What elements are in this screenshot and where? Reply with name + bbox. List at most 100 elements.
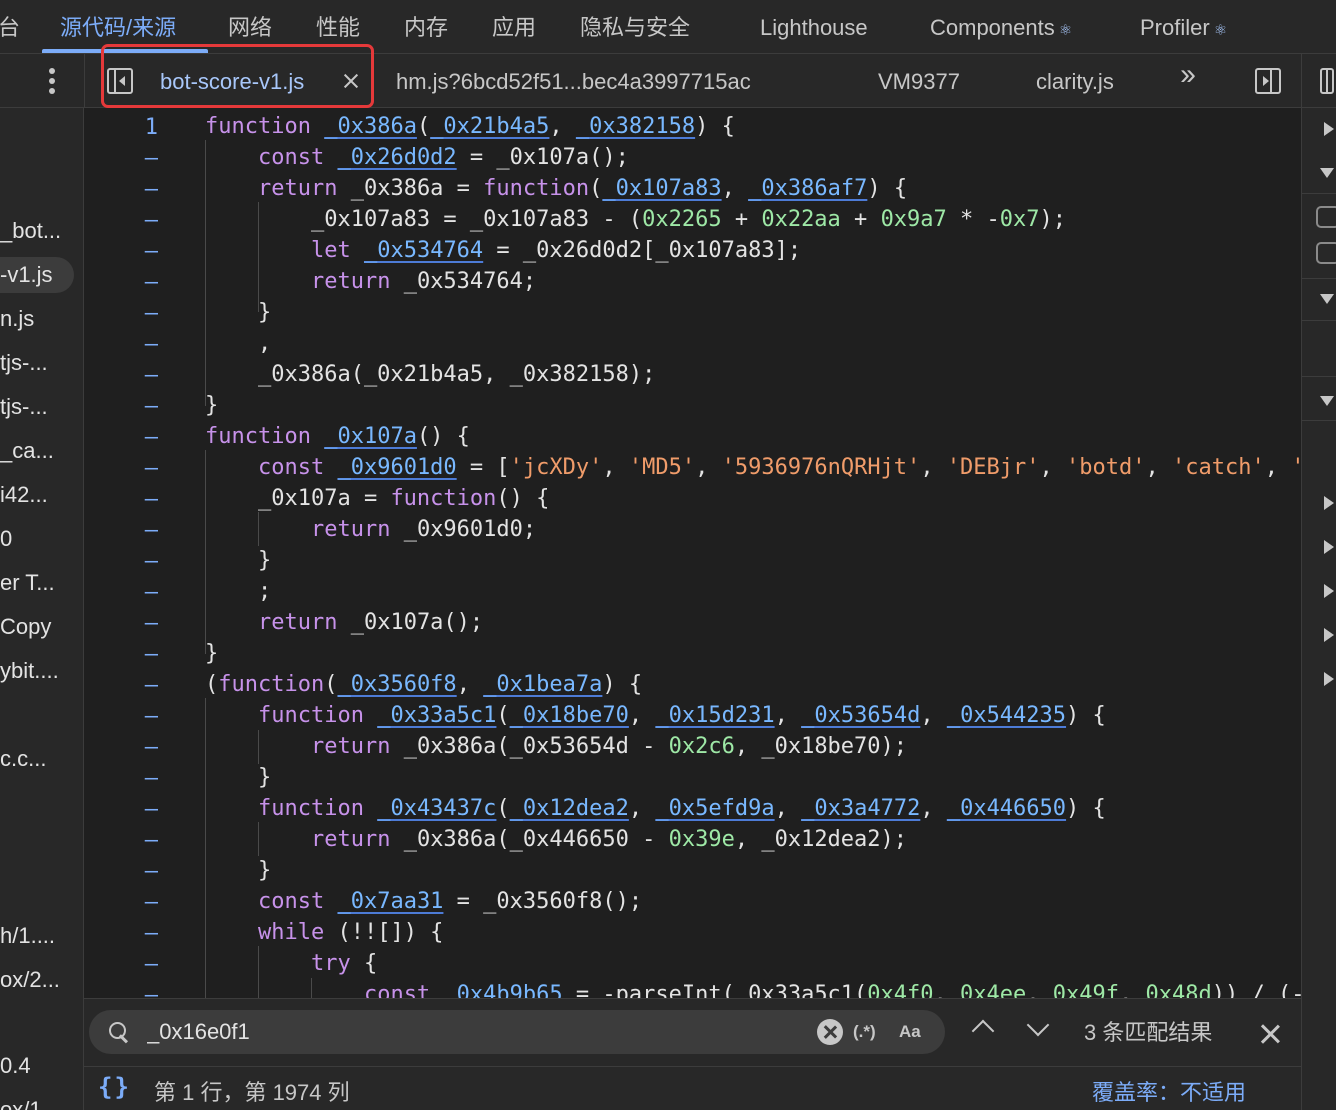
- line-number[interactable]: –: [84, 766, 158, 791]
- file-tab-clarity-js[interactable]: clarity.js: [1036, 54, 1114, 108]
- code-line[interactable]: _0x107a = function() {: [205, 483, 549, 514]
- tab-privacy-security[interactable]: 隐私与安全: [580, 0, 690, 54]
- navigator-item[interactable]: n.js: [0, 301, 34, 337]
- line-number[interactable]: –: [84, 828, 158, 853]
- line-number[interactable]: –: [84, 425, 158, 450]
- line-number[interactable]: –: [84, 735, 158, 760]
- line-number[interactable]: –: [84, 208, 158, 233]
- code-line[interactable]: return _0x386a(_0x446650 - 0x39e, _0x12d…: [205, 824, 907, 855]
- navigator-item[interactable]: Copy: [0, 609, 51, 645]
- code-line[interactable]: }: [205, 855, 271, 886]
- code-editor[interactable]: 1 function _0x386a(_0x21b4a5, _0x382158) …: [84, 108, 1301, 998]
- coverage-status[interactable]: 覆盖率：不适用: [1092, 1067, 1246, 1110]
- line-number[interactable]: –: [84, 456, 158, 481]
- code-line[interactable]: return _0x107a();: [205, 607, 483, 638]
- tab-memory[interactable]: 内存: [404, 0, 448, 54]
- checkbox-icon[interactable]: [1316, 206, 1336, 228]
- line-number[interactable]: –: [84, 487, 158, 512]
- navigator-item[interactable]: tjs-...: [0, 389, 48, 425]
- checkbox-icon[interactable]: [1316, 242, 1336, 264]
- search-input[interactable]: [147, 1010, 787, 1054]
- line-number[interactable]: 1: [84, 115, 158, 140]
- close-search-icon[interactable]: [1258, 1022, 1282, 1046]
- line-number[interactable]: –: [84, 363, 158, 388]
- tab-components[interactable]: Components ⚛: [930, 0, 1072, 54]
- sidebar-pane-icon[interactable]: [1320, 68, 1334, 94]
- code-line[interactable]: return _0x9601d0;: [205, 514, 536, 545]
- navigator-item[interactable]: ox/1: [0, 1092, 42, 1110]
- code-line[interactable]: ,: [205, 328, 271, 359]
- expand-arrow-icon[interactable]: [1324, 496, 1334, 510]
- clear-search-icon[interactable]: [817, 1019, 843, 1045]
- code-line[interactable]: }: [205, 390, 218, 421]
- tab-console-partial[interactable]: 台: [0, 0, 20, 54]
- line-number[interactable]: –: [84, 239, 158, 264]
- navigator-item[interactable]: _bot...: [0, 213, 61, 249]
- code-line[interactable]: const _0x26d0d2 = _0x107a();: [205, 142, 629, 173]
- line-number[interactable]: –: [84, 146, 158, 171]
- code-line[interactable]: const _0x4b9b65 = -parseInt(_0x33a5c1(0x…: [205, 979, 1301, 998]
- code-line[interactable]: (function(_0x3560f8, _0x1bea7a) {: [205, 669, 642, 700]
- collapse-arrow-icon[interactable]: [1320, 168, 1334, 178]
- more-tabs-icon[interactable]: ››: [1180, 58, 1196, 92]
- line-number[interactable]: –: [84, 673, 158, 698]
- line-number[interactable]: –: [84, 518, 158, 543]
- collapse-arrow-icon[interactable]: [1320, 294, 1334, 304]
- code-line[interactable]: return _0x386a(_0x53654d - 0x2c6, _0x18b…: [205, 731, 907, 762]
- navigator-item[interactable]: ybit....: [0, 653, 59, 689]
- code-line[interactable]: }: [205, 638, 218, 669]
- navigator-item[interactable]: 0.4: [0, 1048, 31, 1084]
- navigator-item-selected[interactable]: -v1.js: [0, 257, 74, 293]
- code-line[interactable]: function _0x107a() {: [205, 421, 470, 452]
- tab-profiler[interactable]: Profiler ⚛: [1140, 0, 1227, 54]
- line-number[interactable]: –: [84, 580, 158, 605]
- expand-arrow-icon[interactable]: [1324, 122, 1334, 136]
- navigator-item[interactable]: i42...: [0, 477, 48, 513]
- code-line[interactable]: const _0x9601d0 = ['jcXDy', 'MD5', '5936…: [205, 452, 1301, 483]
- code-line[interactable]: ;: [205, 576, 271, 607]
- line-number[interactable]: –: [84, 704, 158, 729]
- code-line[interactable]: _0x107a83 = _0x107a83 - (0x2265 + 0x22aa…: [205, 204, 1066, 235]
- previous-match-icon[interactable]: [971, 1019, 995, 1043]
- navigator-item[interactable]: er T...: [0, 565, 55, 601]
- code-line[interactable]: return _0x386a = function(_0x107a83, _0x…: [205, 173, 907, 204]
- code-line[interactable]: let _0x534764 = _0x26d0d2[_0x107a83];: [205, 235, 801, 266]
- line-number[interactable]: –: [84, 611, 158, 636]
- line-number[interactable]: –: [84, 270, 158, 295]
- code-line[interactable]: }: [205, 297, 271, 328]
- line-number[interactable]: –: [84, 952, 158, 977]
- line-number[interactable]: –: [84, 332, 158, 357]
- pretty-print-icon[interactable]: {}: [98, 1073, 131, 1101]
- line-number[interactable]: –: [84, 921, 158, 946]
- expand-arrow-icon[interactable]: [1324, 672, 1334, 686]
- navigator-item[interactable]: ox/2...: [0, 962, 60, 998]
- navigator-item[interactable]: h/1....: [0, 918, 55, 954]
- code-line[interactable]: function _0x43437c(_0x12dea2, _0x5efd9a,…: [205, 793, 1106, 824]
- code-line[interactable]: _0x386a(_0x21b4a5, _0x382158);: [205, 359, 655, 390]
- line-number[interactable]: –: [84, 797, 158, 822]
- toggle-debugger-icon[interactable]: [1255, 68, 1281, 94]
- line-number[interactable]: –: [84, 642, 158, 667]
- expand-arrow-icon[interactable]: [1324, 628, 1334, 642]
- code-line[interactable]: try {: [205, 948, 377, 979]
- tab-application[interactable]: 应用: [492, 0, 536, 54]
- line-number[interactable]: –: [84, 301, 158, 326]
- navigator-item[interactable]: tjs-...: [0, 345, 48, 381]
- file-tab-hm-js[interactable]: hm.js?6bcd52f51...bec4a3997715ac: [396, 54, 751, 108]
- next-match-icon[interactable]: [1026, 1013, 1050, 1037]
- code-line[interactable]: function _0x33a5c1(_0x18be70, _0x15d231,…: [205, 700, 1106, 731]
- more-options-icon[interactable]: [38, 66, 66, 96]
- line-number[interactable]: –: [84, 394, 158, 419]
- search-field[interactable]: (.*) Aa: [89, 1010, 945, 1054]
- regex-toggle-button[interactable]: (.*): [853, 1010, 876, 1054]
- line-number[interactable]: –: [84, 549, 158, 574]
- expand-arrow-icon[interactable]: [1324, 540, 1334, 554]
- line-number[interactable]: –: [84, 890, 158, 915]
- tab-lighthouse[interactable]: Lighthouse: [760, 0, 868, 54]
- navigator-item[interactable]: c.c...: [0, 741, 46, 777]
- line-number[interactable]: –: [84, 859, 158, 884]
- match-case-button[interactable]: Aa: [899, 1010, 921, 1054]
- line-number[interactable]: –: [84, 177, 158, 202]
- navigator-item[interactable]: 0: [0, 521, 12, 557]
- code-line[interactable]: return _0x534764;: [205, 266, 536, 297]
